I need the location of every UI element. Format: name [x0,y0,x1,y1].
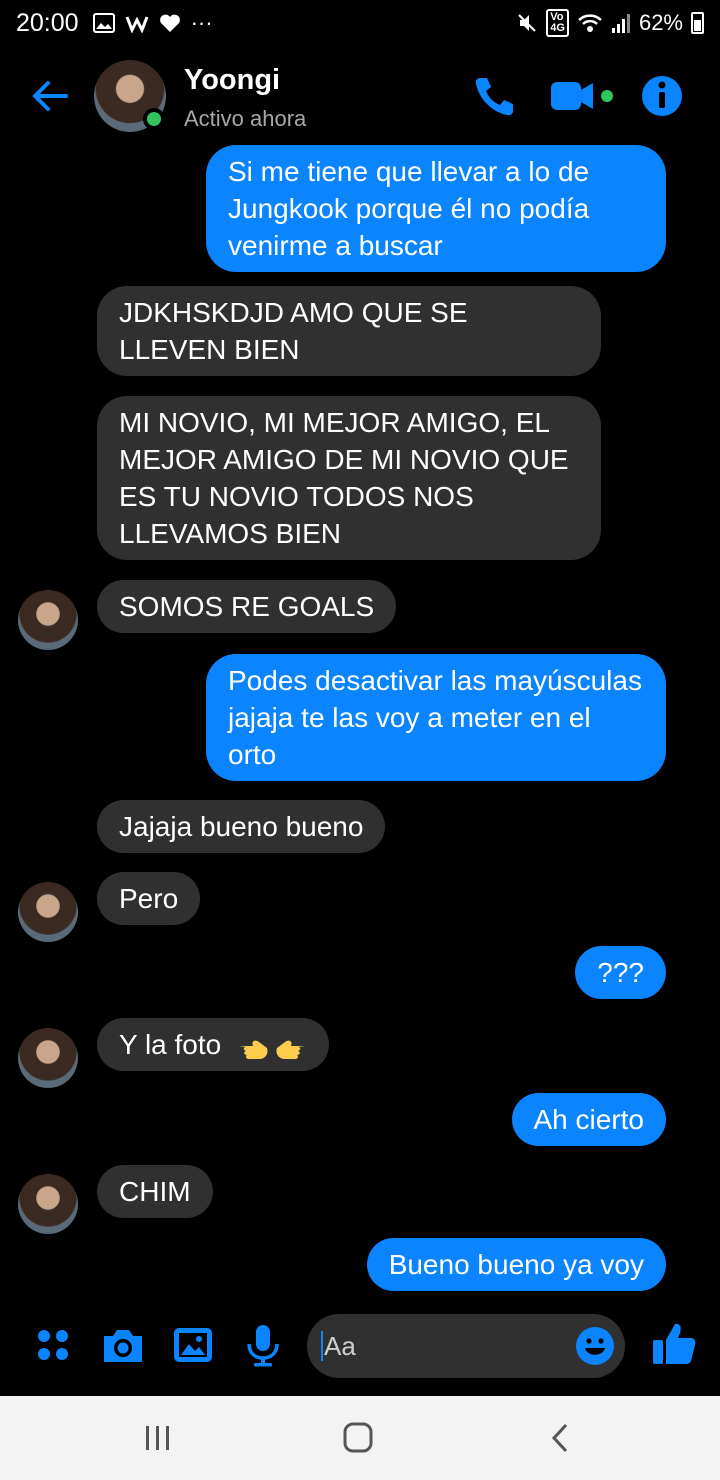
conversation-header: Yoongi Activo ahora [0,50,720,142]
menu-dots-icon[interactable] [32,1322,78,1368]
wifi-icon [578,14,602,32]
message-bubble-sent[interactable]: Si me tiene que llevar a lo de Jungkook … [206,145,666,272]
contact-status: Activo ahora [184,106,307,131]
phone-icon[interactable] [472,74,516,118]
message-bubble-sent[interactable]: Bueno bueno ya voy [366,1238,666,1291]
mic-icon[interactable] [240,1322,286,1368]
message-bubble-sent[interactable]: Podes desactivar las mayúsculas jajaja t… [206,654,666,781]
network-badge: Vo 4G [546,9,569,37]
message-input[interactable]: Aa [307,1314,625,1378]
message-text: Y la foto [119,1029,222,1060]
message-bubble-sent[interactable]: Ah cierto [511,1093,666,1146]
battery-icon [691,12,704,34]
back-icon[interactable] [540,1420,580,1456]
camera-icon[interactable] [100,1322,146,1368]
home-icon[interactable] [338,1420,378,1456]
signal-icon [611,14,630,33]
message-input-placeholder: Aa [321,1331,356,1361]
back-arrow-icon[interactable] [28,74,72,118]
recents-icon[interactable] [138,1420,178,1456]
status-bar: 20:00 ··· Vo 4G 62% [0,0,720,46]
message-bubble-received[interactable]: Pero [97,872,201,925]
w-icon [125,16,148,33]
emoji-icon[interactable] [575,1326,615,1366]
message-composer: Aa [0,1300,720,1396]
contact-avatar-small[interactable] [18,590,78,650]
heart-icon [159,14,180,32]
contact-name[interactable]: Yoongi [184,64,280,97]
gallery-icon[interactable] [170,1322,216,1368]
mute-icon [518,14,536,32]
message-bubble-received[interactable]: CHIM [97,1165,213,1218]
message-bubble-sent[interactable]: ??? [575,946,666,999]
like-icon[interactable] [650,1320,698,1368]
contact-avatar-small[interactable] [18,882,78,942]
message-bubble-received[interactable]: SOMOS RE GOALS [97,580,397,633]
status-time: 20:00 [16,8,79,37]
message-bubble-received[interactable]: JDKHSKDJD AMO QUE SE LLEVEN BIEN [97,286,601,376]
contact-avatar-small[interactable] [18,1174,78,1234]
pointing-hands-icon [237,1029,307,1060]
message-bubble-received[interactable]: Jajaja bueno bueno [97,800,386,853]
video-call-icon[interactable] [548,74,618,118]
contact-avatar-small[interactable] [18,1028,78,1088]
message-bubble-received[interactable]: MI NOVIO, MI MEJOR AMIGO, EL MEJOR AMIGO… [97,396,601,560]
message-bubble-received[interactable]: Y la foto [97,1018,330,1071]
image-icon [92,13,115,33]
system-nav-bar [0,1396,720,1480]
more-icon: ··· [190,10,213,35]
battery-percent: 62% [638,10,683,35]
info-icon[interactable] [640,74,684,118]
online-indicator [143,108,165,130]
